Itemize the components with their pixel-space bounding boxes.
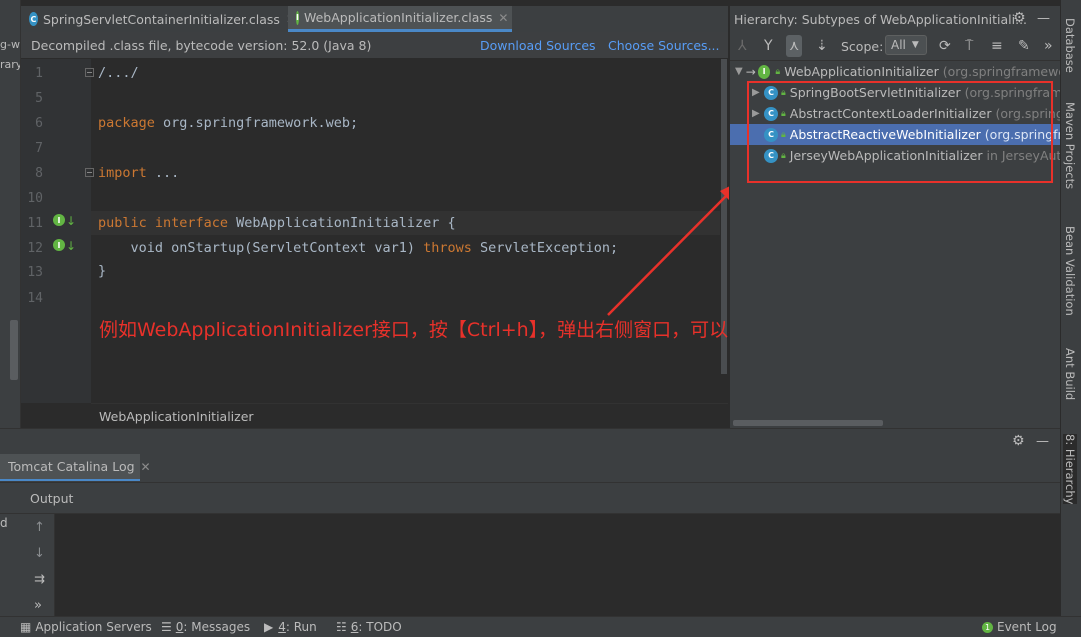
line-number: 13 <box>27 265 43 280</box>
code-line: package org.springframework.web; <box>98 115 359 131</box>
arrow-down-icon[interactable]: ↓ <box>34 546 45 561</box>
arrow-icon: → <box>745 64 756 79</box>
interface-icon: I <box>757 64 771 79</box>
line-number: 14 <box>27 291 43 306</box>
implemented-icon[interactable]: I <box>53 239 65 251</box>
messages-icon: ☰ <box>161 620 172 634</box>
close-icon[interactable]: ✕ <box>498 11 508 25</box>
tab-spring-servlet-container-initializer[interactable]: C SpringServletContainerInitializer.clas… <box>21 6 304 32</box>
hierarchy-toolbar: ⅄ Y ⋏ ⇣ Scope: All ▼ ⟳ ⍑ ≡ ✎ » <box>730 32 1061 61</box>
supertypes-icon[interactable]: ⅄ <box>738 38 747 54</box>
code-line: /.../ <box>98 65 139 81</box>
class-icon: C <box>29 12 38 26</box>
project-fragment: rary <box>0 58 21 71</box>
run-button[interactable]: ▶ 4: Run <box>264 620 317 634</box>
pin-icon[interactable]: ⍑ <box>965 38 973 54</box>
sort-icon[interactable]: ⇣ <box>816 38 828 54</box>
project-fragment: g-w <box>0 38 20 51</box>
line-number: 1 <box>35 66 43 81</box>
line-number: 10 <box>27 191 43 206</box>
maven-projects-tool[interactable]: Maven Projects <box>1063 102 1077 189</box>
scope-dropdown[interactable]: All ▼ <box>885 35 927 55</box>
ant-build-tool[interactable]: Ant Build <box>1063 348 1077 400</box>
minimize-icon[interactable]: — <box>1036 434 1049 449</box>
banner-text: Decompiled .class file, bytecode version… <box>31 37 372 53</box>
code-line: void onStartup(ServletContext var1) thro… <box>98 240 619 256</box>
annotation-arrow <box>607 180 742 316</box>
arrow-down-icon: ↓ <box>66 239 77 253</box>
expand-all-icon[interactable]: ≡ <box>991 38 1003 54</box>
download-sources-link[interactable]: Download Sources <box>480 38 596 53</box>
close-icon[interactable]: ✕ <box>141 460 151 474</box>
editor-tabbar: C SpringServletContainerInitializer.clas… <box>21 6 728 33</box>
line-number: 11 <box>27 216 43 231</box>
line-number: 7 <box>35 141 43 156</box>
gear-icon[interactable]: ⚙ <box>1012 433 1025 449</box>
application-servers-button[interactable]: ▦ Application Servers <box>20 620 152 634</box>
tab-label: SpringServletContainerInitializer.class <box>42 11 280 27</box>
project-scrollbar[interactable] <box>10 320 18 380</box>
soft-wrap-icon[interactable]: ⇉ <box>34 572 45 587</box>
run-tabs: Tomcat Catalina Log ✕ <box>0 454 1060 483</box>
run-panel-header: ⚙ — <box>0 428 1060 455</box>
play-icon: ▶ <box>264 620 274 634</box>
output-header: Output <box>0 483 1060 514</box>
chevron-down-icon: ▼ <box>911 40 919 50</box>
bean-validation-tool[interactable]: Bean Validation <box>1063 226 1077 316</box>
decompiled-banner: Decompiled .class file, bytecode version… <box>21 32 728 58</box>
implemented-icon[interactable]: I <box>53 214 65 226</box>
messages-button[interactable]: ☰ 0: Messages <box>161 620 250 634</box>
pin-tab-icon[interactable]: ✎ <box>1018 38 1030 54</box>
line-number: 5 <box>35 91 43 106</box>
editor-gutter <box>21 59 91 403</box>
database-tool[interactable]: Database <box>1063 18 1077 73</box>
hierarchy-title-bar: Hierarchy: Subtypes of WebApplicationIni… <box>730 6 1061 32</box>
run-side-panel: d <box>0 514 27 616</box>
minimize-icon[interactable]: — <box>1037 11 1050 26</box>
scope-label: Scope: <box>841 39 884 54</box>
tab-tomcat-catalina-log[interactable]: Tomcat Catalina Log ✕ <box>0 454 151 481</box>
server-icon: ▦ <box>20 620 32 634</box>
todo-button[interactable]: ☷ 6: TODO <box>336 620 402 634</box>
hierarchy-panel: Hierarchy: Subtypes of WebApplicationIni… <box>729 6 1081 428</box>
interface-icon: I <box>296 10 299 25</box>
breadcrumb[interactable]: WebApplicationInitializer <box>91 403 728 429</box>
tree-root[interactable]: ▼ → I 🔒︎ WebApplicationInitializer (org.… <box>730 61 1066 82</box>
arrow-up-icon[interactable]: ↑ <box>34 520 45 535</box>
line-number: 8 <box>35 166 43 181</box>
hierarchy-title: Hierarchy: Subtypes of WebApplicationIni… <box>734 11 1028 27</box>
annotation-red-box <box>747 81 1053 183</box>
more-icon[interactable]: » <box>1044 38 1053 54</box>
more-icon[interactable]: » <box>34 598 42 613</box>
status-bar: ▦ Application Servers ☰ 0: Messages ▶ 4: Ru… <box>0 616 1081 637</box>
console-toolbar: ↑ ↓ ⇉ » <box>27 514 55 616</box>
tab-label: WebApplicationInitializer.class <box>303 10 493 25</box>
console-output[interactable] <box>0 514 1060 616</box>
code-line: import ... <box>98 165 180 181</box>
subtypes-icon[interactable]: ⋏ <box>786 35 803 57</box>
line-number: 12 <box>27 241 43 256</box>
todo-icon: ☷ <box>336 620 347 634</box>
hierarchy-tool[interactable]: 8: Hierarchy <box>1063 434 1077 505</box>
fold-toggle[interactable] <box>85 68 94 77</box>
gear-icon[interactable]: ⚙ <box>1013 10 1026 26</box>
chevron-down-icon[interactable]: ▼ <box>735 66 746 77</box>
line-number: 6 <box>35 116 43 131</box>
right-tool-stripe: Database Maven Projects Bean Validation … <box>1060 0 1081 636</box>
arrow-down-icon: ↓ <box>66 214 77 228</box>
event-log-button[interactable]: 1 Event Log <box>982 620 1057 634</box>
type-hierarchy-icon[interactable]: Y <box>764 38 773 54</box>
code-line: public interface WebApplicationInitializ… <box>98 215 456 231</box>
code-line: } <box>98 263 107 279</box>
hierarchy-scrollbar[interactable] <box>730 418 1061 428</box>
refresh-icon[interactable]: ⟳ <box>939 38 951 54</box>
project-panel-edge[interactable]: g-w rary <box>0 0 21 428</box>
event-log-icon: 1 <box>982 621 993 633</box>
fold-toggle[interactable] <box>85 168 94 177</box>
lock-icon: 🔒︎ <box>775 66 781 77</box>
tab-web-application-initializer[interactable]: I WebApplicationInitializer.class ✕ <box>288 6 512 32</box>
choose-sources-link[interactable]: Choose Sources... <box>608 38 720 53</box>
